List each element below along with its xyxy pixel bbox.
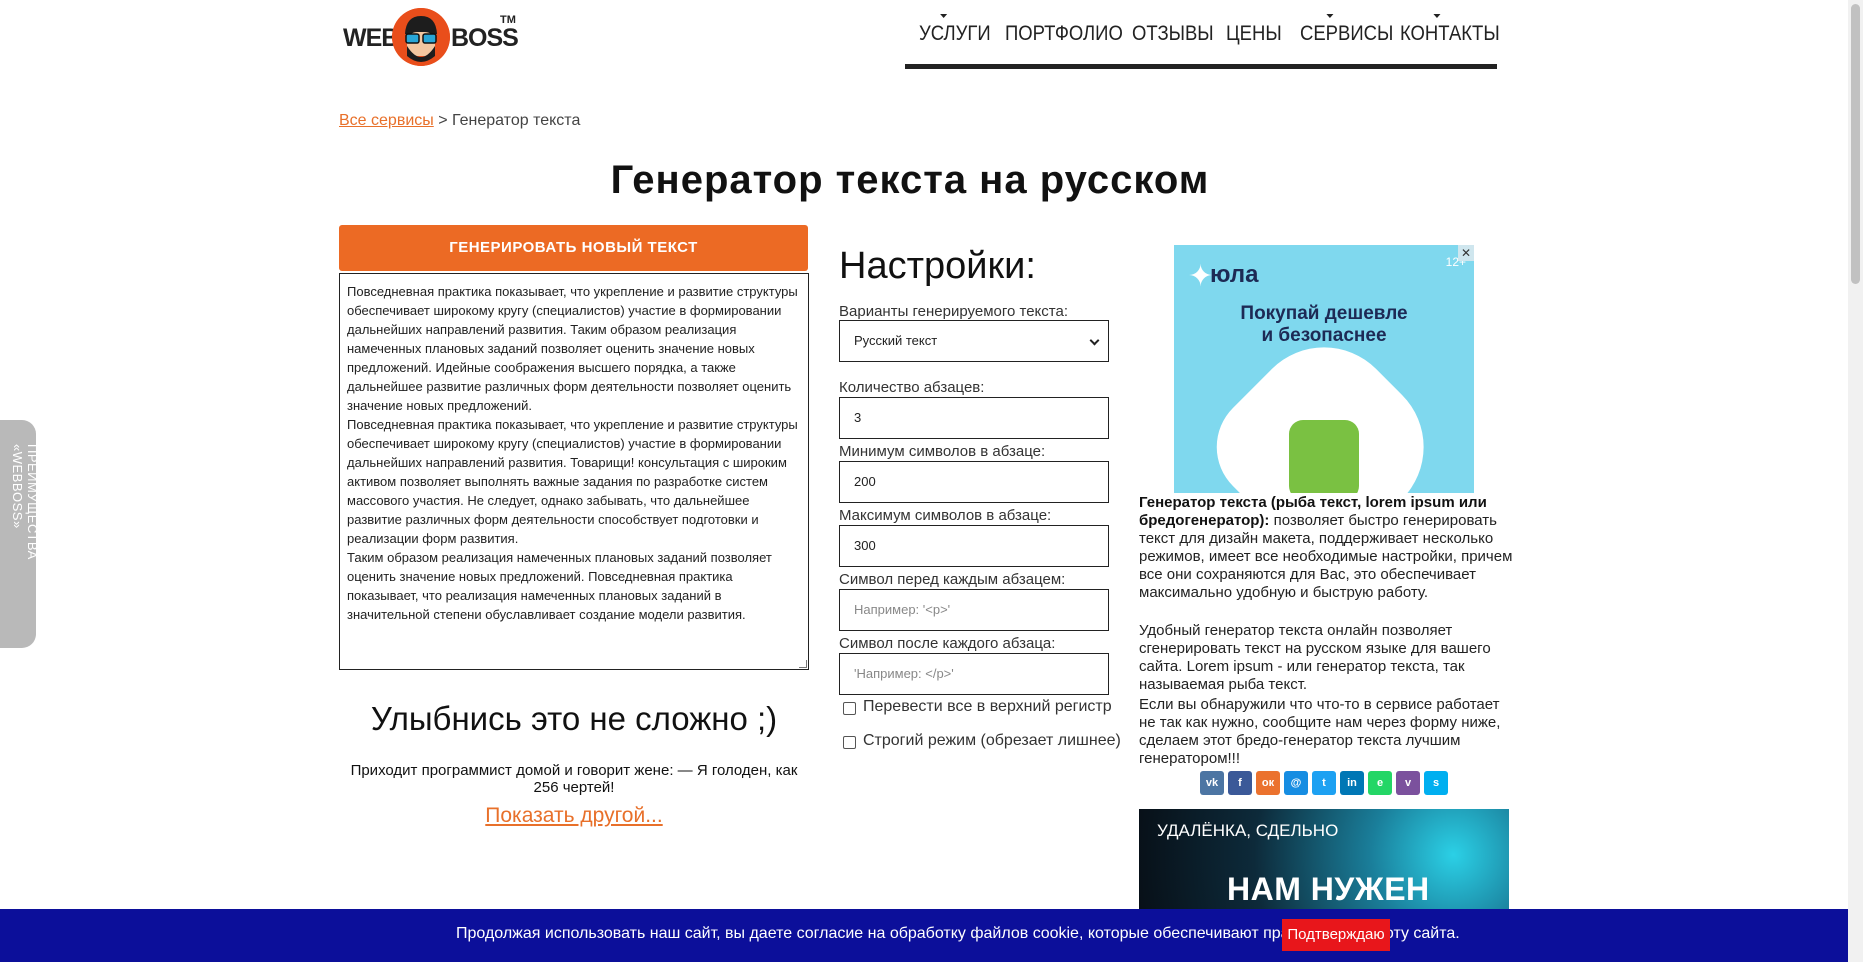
ad-product-image <box>1289 420 1359 493</box>
main-nav: УСЛУГИ ПОРТФОЛИО ОТЗЫВЫ ЦЕНЫ СЕРВИСЫ КОН… <box>905 14 1500 69</box>
after-symbol-label: Символ после каждого абзаца: <box>839 635 1056 652</box>
max-chars-input[interactable]: 300 <box>839 525 1109 567</box>
uppercase-checkbox[interactable] <box>843 702 856 715</box>
cookie-accept-button[interactable]: Подтверждаю <box>1282 919 1390 951</box>
settings-title: Настройки: <box>839 245 1036 287</box>
logo-text-boss: BOSS <box>451 24 519 52</box>
moimir-icon[interactable]: @ <box>1284 771 1308 795</box>
before-symbol-label: Символ перед каждым абзацем: <box>839 571 1066 588</box>
joke-text: Приходит программист домой и говорит жен… <box>350 762 798 796</box>
before-symbol-input[interactable]: Например: '<p>' <box>839 589 1109 631</box>
nav-item-tseny[interactable]: ЦЕНЫ <box>1226 22 1282 46</box>
logo-text-web: WEB <box>343 24 399 52</box>
nav-item-kontakty[interactable]: КОНТАКТЫ <box>1400 14 1500 46</box>
max-chars-label: Максимум символов в абзаце: <box>839 507 1052 524</box>
cookie-bar: Продолжая использовать наш сайт, вы дает… <box>0 909 1863 962</box>
generated-paragraph: Повседневная практика показывает, что ук… <box>347 417 798 546</box>
odnoklassniki-icon[interactable]: ок <box>1256 771 1280 795</box>
min-chars-input[interactable]: 200 <box>839 461 1109 503</box>
description-paragraph-1: Генератор текста (рыба текст, lorem ipsu… <box>1139 494 1513 601</box>
breadcrumb: Все сервисы > Генератор текста <box>339 112 580 130</box>
chevron-down-icon <box>1089 335 1100 346</box>
generated-paragraph: Повседневная практика показывает, что ук… <box>347 284 798 413</box>
facebook-icon[interactable]: f <box>1228 771 1252 795</box>
scrollbar-thumb[interactable] <box>1851 4 1860 284</box>
linkedin-icon[interactable]: in <box>1340 771 1364 795</box>
breadcrumb-link-all-services[interactable]: Все сервисы <box>339 112 434 129</box>
banner-line-2: НАМ НУЖЕН <box>1227 871 1430 907</box>
joke-title: Улыбнись это не сложно ;) <box>370 700 778 737</box>
banner-line-1: УДАЛЁНКА, СДЕЛЬНО <box>1157 821 1339 840</box>
nav-item-portfolio[interactable]: ПОРТФОЛИО <box>1005 22 1123 46</box>
logo-trademark: TM <box>500 14 516 26</box>
description-paragraph-3: Если вы обнаружили что что-то в сервисе … <box>1139 696 1501 767</box>
advantages-side-tab[interactable]: ПРЕИМУЩЕСТВА «WEBBOSS» <box>0 420 40 648</box>
nav-item-uslugi[interactable]: УСЛУГИ <box>919 14 991 46</box>
min-chars-label: Минимум символов в абзаце: <box>839 443 1046 460</box>
logo[interactable]: WEB BOSS TM <box>343 6 519 70</box>
ad-brand: юла <box>1210 261 1259 288</box>
paragraphs-count-input[interactable]: 3 <box>839 397 1109 439</box>
logo-face-icon <box>392 8 450 66</box>
breadcrumb-current: Генератор текста <box>452 112 581 129</box>
nav-item-otzyvy[interactable]: ОТЗЫВЫ <box>1132 22 1214 46</box>
resize-handle-icon[interactable] <box>799 660 807 668</box>
nav-item-servisy[interactable]: СЕРВИСЫ <box>1300 14 1393 46</box>
page-title: Генератор текста на русском <box>610 158 1210 202</box>
text-variant-select[interactable]: Русский текст <box>839 320 1109 362</box>
uppercase-label[interactable]: Перевести все в верхний регистр <box>863 698 1112 716</box>
evernote-icon[interactable]: e <box>1368 771 1392 795</box>
paragraphs-count-label: Количество абзацев: <box>839 379 985 396</box>
strict-mode-checkbox[interactable] <box>843 736 856 749</box>
show-another-joke-link[interactable]: Показать другой... <box>339 804 809 828</box>
generated-text-area[interactable]: Повседневная практика показывает, что ук… <box>339 273 809 670</box>
strict-mode-label[interactable]: Строгий режим (обрезает лишнее) <box>863 732 1121 750</box>
page-scrollbar[interactable] <box>1848 0 1863 962</box>
ad-text: Покупай дешевле и безопаснее <box>1240 303 1408 346</box>
ad-banner-yula[interactable]: ✦ юла 12+ Покупай дешевле и безопаснее ✕ <box>1174 245 1474 493</box>
close-icon[interactable]: ✕ <box>1458 245 1474 261</box>
after-symbol-input[interactable]: 'Например: </p>' <box>839 653 1109 695</box>
skype-icon[interactable]: s <box>1424 771 1448 795</box>
vk-icon[interactable]: vk <box>1200 771 1224 795</box>
breadcrumb-separator: > <box>438 112 448 129</box>
dropdown-caret-icon <box>1433 14 1441 18</box>
generated-paragraph: Таким образом реализация намеченных план… <box>347 550 772 622</box>
description-paragraph-2: Удобный генератор текста онлайн позволяе… <box>1139 622 1491 693</box>
viber-icon[interactable]: v <box>1396 771 1420 795</box>
dropdown-caret-icon <box>940 14 948 18</box>
variant-label: Варианты генерируемого текста: <box>839 303 1068 320</box>
dropdown-caret-icon <box>1326 14 1334 18</box>
twitter-icon[interactable]: t <box>1312 771 1336 795</box>
generate-text-button[interactable]: ГЕНЕРИРОВАТЬ НОВЫЙ ТЕКСТ <box>339 225 808 271</box>
